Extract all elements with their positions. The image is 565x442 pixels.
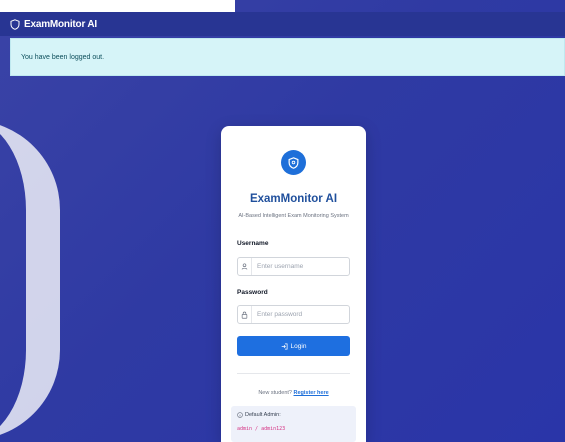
logo-badge — [281, 150, 306, 175]
background-arc-decoration — [0, 120, 60, 440]
default-admin-title: Default Admin: — [245, 412, 281, 418]
sign-in-icon — [281, 343, 288, 350]
user-icon — [238, 258, 252, 275]
login-button[interactable]: Login — [237, 336, 350, 356]
navbar: ExamMonitor AI — [0, 12, 565, 36]
username-input[interactable] — [252, 259, 349, 274]
register-prompt: New student? — [258, 390, 292, 396]
default-admin-credentials: admin / admin123 — [237, 426, 286, 432]
login-subtitle: AI-Based Intelligent Exam Monitoring Sys… — [238, 213, 349, 219]
login-card: ExamMonitor AI AI-Based Intelligent Exam… — [221, 126, 366, 442]
login-button-label: Login — [290, 342, 307, 350]
divider — [237, 373, 350, 374]
register-link[interactable]: Register here — [294, 390, 329, 396]
shield-icon — [10, 18, 20, 30]
info-icon — [237, 412, 243, 418]
register-line: New student? Register here — [221, 390, 366, 396]
username-field-group — [237, 257, 350, 276]
alert-message: You have been logged out. — [21, 53, 105, 61]
password-label: Password — [237, 289, 268, 296]
password-input[interactable] — [252, 307, 349, 322]
login-title: ExamMonitor AI — [249, 193, 338, 205]
lock-icon — [238, 306, 252, 323]
default-admin-box: Default Admin: admin / admin123 — [231, 406, 356, 442]
password-field-group — [237, 305, 350, 324]
default-admin-title-row: Default Admin: — [237, 412, 350, 418]
logout-alert: You have been logged out. — [10, 38, 565, 76]
top-white-strip — [0, 0, 235, 12]
shield-icon — [288, 156, 299, 169]
navbar-brand[interactable]: ExamMonitor AI — [24, 19, 97, 30]
username-label: Username — [237, 240, 269, 247]
